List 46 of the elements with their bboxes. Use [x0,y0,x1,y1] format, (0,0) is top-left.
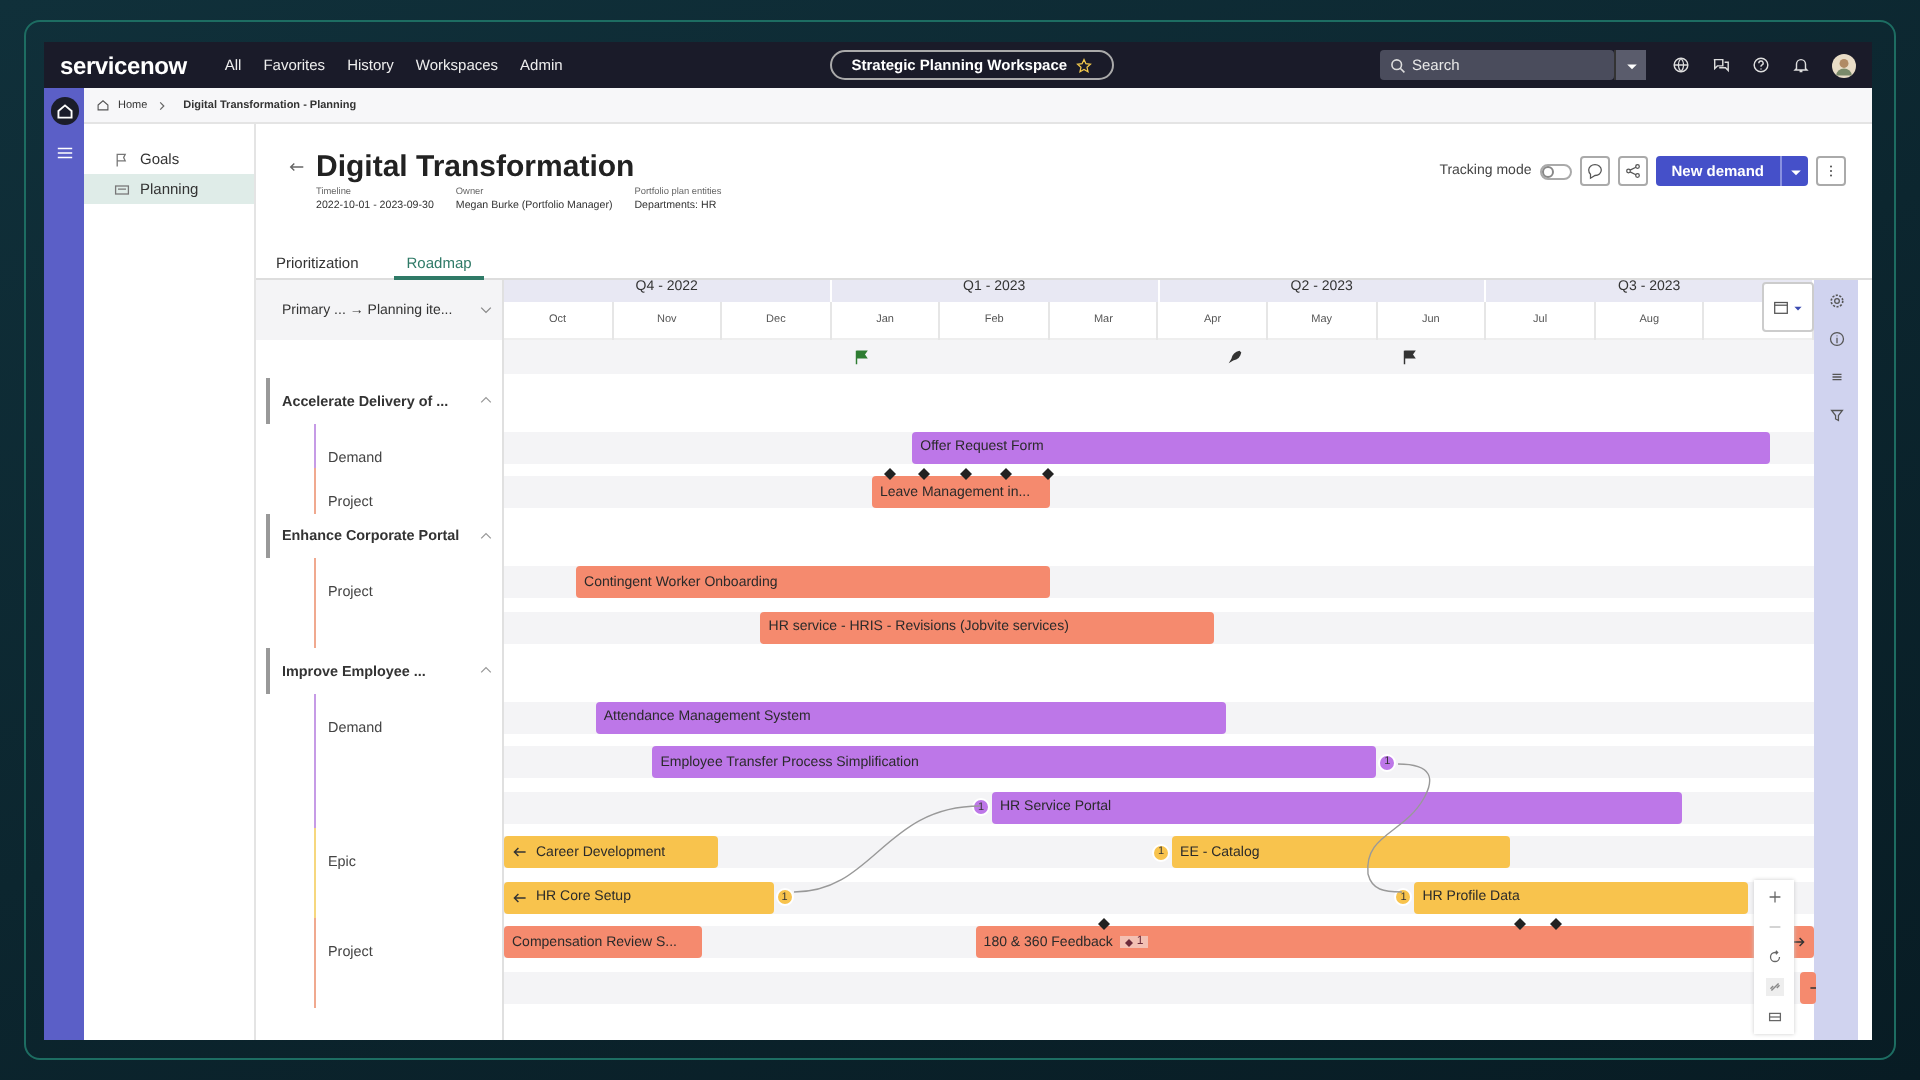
milestone-icon[interactable] [1042,468,1054,480]
share-icon [1623,162,1642,180]
info-icon[interactable] [1827,330,1845,348]
new-demand-dropdown[interactable] [1780,156,1808,186]
chat-icon[interactable] [1712,56,1730,74]
chevron-down-icon[interactable] [478,302,494,318]
bell-icon[interactable] [1792,56,1810,74]
milestone-icon[interactable] [960,468,972,480]
search-dropdown-button[interactable] [1614,50,1646,80]
back-icon[interactable] [288,158,306,176]
dependency-line [1367,763,1431,893]
link-icon[interactable] [1765,978,1783,996]
settings-icon[interactable] [1827,292,1845,310]
flag-icon [114,151,130,167]
filter-icon[interactable] [1827,406,1845,424]
page-title: Digital Transformation [316,150,635,184]
search-icon [1390,57,1406,73]
grid-icon[interactable] [1765,1008,1783,1026]
board-icon [114,181,130,197]
milestone-icon[interactable] [918,468,930,480]
list-icon[interactable] [55,144,73,162]
milestone-icon[interactable] [1550,918,1562,930]
calendar-button[interactable] [1762,282,1814,332]
home-icon[interactable] [49,96,79,126]
globe-icon[interactable] [1672,56,1690,74]
share-button[interactable] [1617,156,1648,186]
milestone-icon[interactable] [884,468,896,480]
comment-icon [1585,162,1604,180]
calendar-icon [1772,298,1790,316]
reset-icon[interactable] [1765,948,1783,966]
tracking-toggle[interactable] [1539,164,1572,180]
roadmap-bar[interactable] [1799,971,1816,1003]
comment-button[interactable] [1579,156,1610,186]
help-icon[interactable] [1752,56,1770,74]
diamond-icon [1124,937,1135,947]
avatar-icon[interactable] [1832,53,1856,77]
milestone-icon[interactable] [1514,918,1526,930]
logo[interactable]: servicenow [60,51,187,79]
star-icon [1075,57,1092,73]
list-icon[interactable] [1827,368,1845,386]
milestone-icon[interactable] [1000,468,1012,480]
home-icon [96,98,110,112]
zoom-in-icon[interactable] [1765,888,1783,906]
milestone-icon[interactable] [1098,918,1110,930]
chevron-icon [155,99,168,111]
flag-icon[interactable] [1400,348,1418,366]
